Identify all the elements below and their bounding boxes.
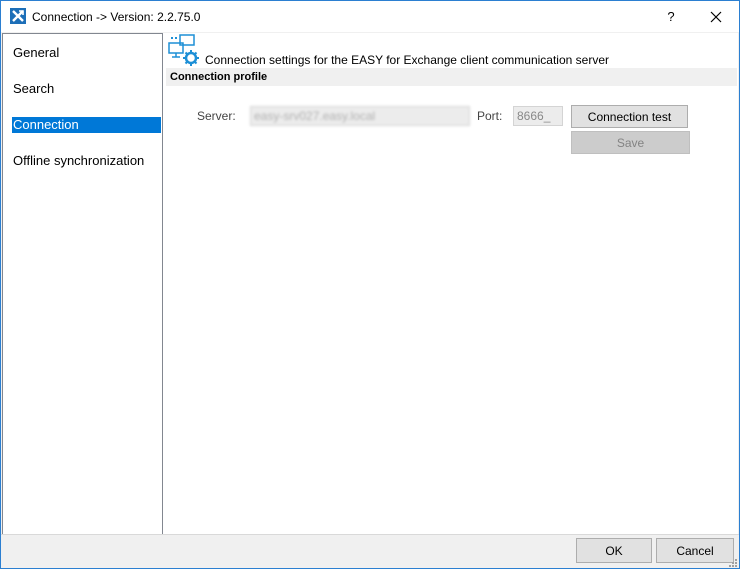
panel-description: Connection settings for the EASY for Exc…: [205, 53, 609, 67]
app-logo-icon: [10, 8, 26, 24]
cancel-button[interactable]: Cancel: [656, 538, 734, 563]
section-header: Connection profile: [166, 68, 737, 86]
help-button[interactable]: ?: [653, 1, 689, 32]
settings-nav: General Search Connection Offline synchr…: [2, 33, 163, 535]
connection-panel: Connection settings for the EASY for Exc…: [163, 33, 738, 534]
title-bar: Connection -> Version: 2.2.75.0 ?: [1, 1, 739, 32]
settings-dialog: Connection -> Version: 2.2.75.0 ? Genera…: [0, 0, 740, 569]
window-title: Connection -> Version: 2.2.75.0: [32, 10, 201, 24]
close-button[interactable]: [693, 1, 739, 32]
nav-item-connection[interactable]: Connection: [12, 117, 161, 133]
server-label: Server:: [197, 109, 236, 123]
port-label: Port:: [477, 109, 503, 123]
ok-button[interactable]: OK: [576, 538, 652, 563]
port-input[interactable]: 8666_: [513, 106, 563, 126]
resize-grip-icon[interactable]: [727, 557, 737, 567]
nav-item-offline-synchronization[interactable]: Offline synchronization: [12, 153, 161, 169]
dialog-footer: OK Cancel: [1, 534, 739, 568]
save-button[interactable]: Save: [571, 131, 690, 154]
section-title: Connection profile: [170, 71, 268, 83]
nav-item-search[interactable]: Search: [12, 81, 161, 97]
server-input[interactable]: easy-srv027.easy.local: [250, 106, 470, 126]
connection-test-button[interactable]: Connection test: [571, 105, 688, 128]
close-icon: [710, 11, 722, 22]
nav-item-general[interactable]: General: [12, 45, 161, 61]
network-settings-icon: [168, 34, 199, 66]
